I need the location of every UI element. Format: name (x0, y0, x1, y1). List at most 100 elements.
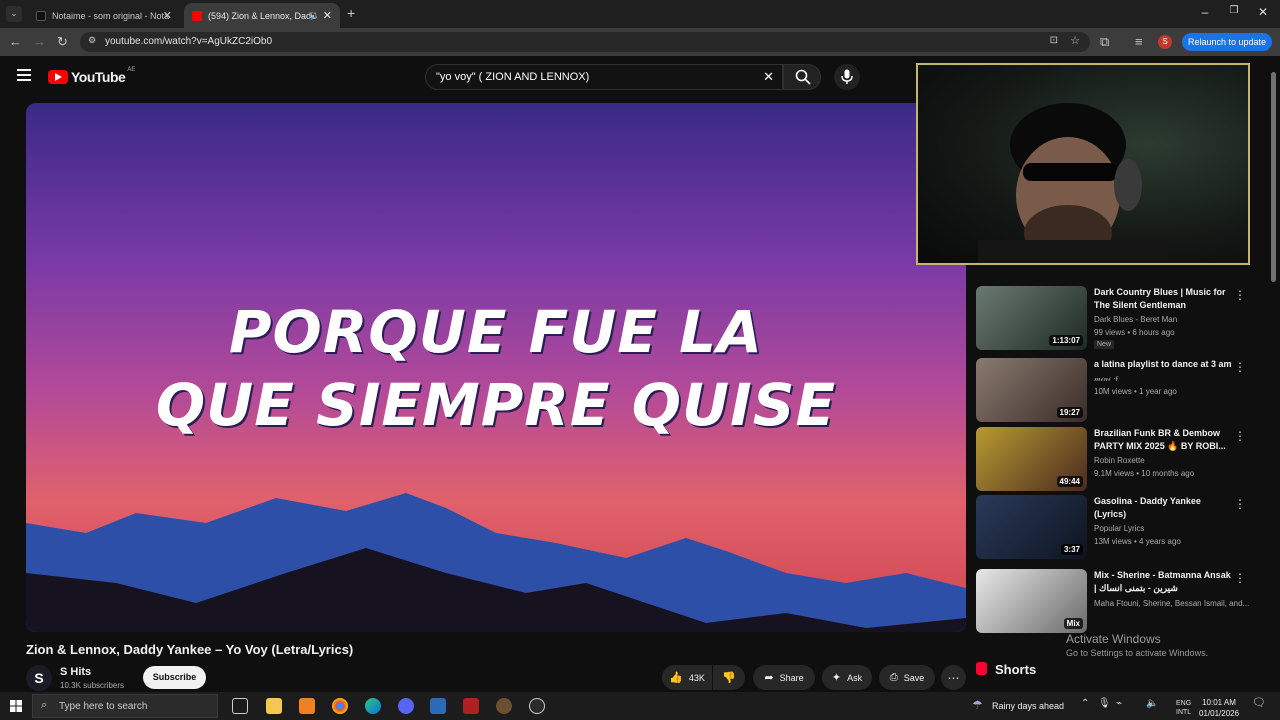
weather-text[interactable]: Rainy days ahead (992, 701, 1064, 711)
thumbs-up-icon: 👍 (669, 672, 683, 684)
relaunch-button[interactable]: Relaunch to update (1182, 33, 1272, 51)
video-thumbnail[interactable]: 3:37 (976, 495, 1087, 559)
edge-icon[interactable] (365, 698, 381, 714)
card-menu-icon[interactable]: ⋮ (1234, 288, 1246, 302)
install-icon[interactable]: ⊡ (1050, 35, 1058, 46)
duration-badge: 1:13:07 (1049, 335, 1083, 346)
back-icon[interactable]: ← (9, 34, 22, 49)
orange-app-icon[interactable] (299, 698, 315, 714)
video-thumbnail[interactable]: 19:27 (976, 358, 1087, 422)
region-code: AE (127, 67, 136, 73)
card-title[interactable]: a latina playlist to dance at 3 am (1094, 358, 1234, 371)
clock-time: 10:01 AM (1202, 698, 1236, 707)
card-channel[interactable]: Dark Blues - Beret Man (1094, 315, 1249, 324)
taskbar-search-input[interactable]: ⌕ Type here to search (32, 694, 218, 718)
card-menu-icon[interactable]: ⋮ (1234, 360, 1246, 374)
card-meta: 10M views • 1 year ago (1094, 387, 1177, 396)
game-app-icon[interactable] (496, 698, 512, 714)
card-channel[interactable]: 𝓂𝒾𝓃𝒾 ·ғ (1094, 374, 1249, 384)
restore-icon[interactable]: ❐ (1219, 5, 1249, 16)
search-input[interactable]: "yo voy" ( ZION AND LENNOX) ✕ (425, 64, 783, 90)
card-title[interactable]: Mix - Sherine - Batmanna Ansak | شيرين -… (1094, 569, 1234, 595)
recommendation-card[interactable]: 19:27 a latina playlist to dance at 3 am… (976, 358, 1256, 422)
card-meta: 9.1M views • 10 months ago (1094, 469, 1195, 478)
search-button[interactable] (783, 64, 821, 90)
mix-badge: Mix (1063, 618, 1083, 629)
task-view-icon[interactable] (232, 698, 248, 714)
windows-start-icon[interactable] (10, 700, 22, 712)
card-title[interactable]: Dark Country Blues | Music for The Silen… (1094, 286, 1234, 312)
tab-notaime[interactable]: Notaime - som original - Nota ✕ (28, 3, 180, 28)
notifications-icon[interactable]: 🗨 (1252, 698, 1266, 709)
system-clock[interactable]: 10:01 AM 01/01/2026 (1199, 697, 1239, 719)
close-tab-icon[interactable]: ✕ (163, 9, 172, 22)
mountains-illustration (26, 493, 966, 632)
clear-search-icon[interactable]: ✕ (763, 69, 774, 85)
video-thumbnail[interactable]: 49:44 (976, 427, 1087, 491)
recommendation-card[interactable]: 49:44 Brazilian Funk BR & Dembow PARTY M… (976, 427, 1256, 491)
activate-windows-subtitle: Go to Settings to activate Windows. (1066, 648, 1209, 658)
remote-desktop-icon[interactable] (430, 698, 446, 714)
recommendation-card[interactable]: 1:13:07 Dark Country Blues | Music for T… (976, 286, 1256, 350)
tab-title: Notaime - som original - Nota (52, 10, 170, 21)
youtube-wordmark: YouTube (71, 69, 126, 85)
video-thumbnail[interactable]: Mix (976, 569, 1087, 633)
card-channel[interactable]: Popular Lyrics (1094, 524, 1249, 533)
hamburger-menu-icon[interactable] (17, 69, 31, 81)
tab-youtube[interactable]: (594) Zion & Lennox, Dadd 🔈 ✕ (184, 3, 340, 28)
red-app-icon[interactable] (463, 698, 479, 714)
channel-avatar[interactable]: S (26, 665, 52, 691)
recommendation-card[interactable]: Mix Mix - Sherine - Batmanna Ansak | شير… (976, 569, 1256, 633)
profile-avatar[interactable]: S (1158, 35, 1172, 49)
ask-button[interactable]: ✦ Ask (822, 665, 872, 690)
chrome-icon[interactable] (332, 698, 348, 714)
video-player[interactable]: PORQUE FUE LA QUE SIEMPRE QUISE (26, 103, 966, 632)
card-meta: 99 views • 6 hours ago (1094, 328, 1175, 337)
tab-search-icon[interactable]: ⌄ (6, 6, 22, 22)
speaker-icon[interactable]: 🔈 (309, 10, 320, 21)
card-menu-icon[interactable]: ⋮ (1234, 429, 1246, 443)
card-title[interactable]: Gasolina - Daddy Yankee (Lyrics) (1094, 495, 1234, 521)
tray-chevron-icon[interactable]: ⌃ (1081, 699, 1089, 709)
card-channel[interactable]: Maha Ftouni, Sherine, Bessan Ismail, and… (1094, 599, 1249, 608)
page-scrollbar[interactable] (1270, 62, 1278, 692)
card-meta: 13M views • 4 years ago (1094, 537, 1181, 546)
share-button[interactable]: ➦ Share (753, 665, 815, 690)
more-horizontal-icon: ⋯ (947, 670, 960, 685)
duration-badge: 3:37 (1060, 544, 1083, 555)
voice-search-button[interactable] (834, 64, 860, 90)
dislike-button[interactable]: 👎 (713, 665, 745, 690)
media-control-icon[interactable]: ≡ (1135, 34, 1143, 49)
network-icon[interactable]: ⌁ (1116, 699, 1122, 709)
language-indicator[interactable]: ENG INTL (1176, 699, 1191, 717)
youtube-favicon-icon (192, 10, 202, 21)
new-tab-button[interactable]: + (347, 5, 355, 21)
obs-icon[interactable] (529, 698, 545, 714)
save-button[interactable]: ⎙ Save (879, 665, 935, 690)
weather-icon[interactable]: ☂ (972, 698, 983, 712)
recommendation-card[interactable]: 3:37 Gasolina - Daddy Yankee (Lyrics) Po… (976, 495, 1256, 559)
card-channel[interactable]: Robin Roxette (1094, 456, 1249, 465)
site-info-icon[interactable]: ⚙ (88, 35, 96, 46)
reload-icon[interactable]: ↻ (57, 34, 68, 50)
address-bar[interactable]: ⚙ youtube.com/watch?v=AgUkZC2iOb0 ⊡ ☆ (80, 32, 1090, 52)
card-menu-icon[interactable]: ⋮ (1234, 497, 1246, 511)
card-menu-icon[interactable]: ⋮ (1234, 571, 1246, 585)
card-title[interactable]: Brazilian Funk BR & Dembow PARTY MIX 202… (1094, 427, 1234, 453)
bookmark-star-icon[interactable]: ☆ (1070, 34, 1080, 47)
microphone-tray-icon[interactable]: 🎙 (1098, 699, 1111, 709)
like-button[interactable]: 👍 43K (662, 665, 712, 690)
discord-icon[interactable] (398, 698, 414, 714)
minimize-icon[interactable]: – (1190, 5, 1220, 19)
close-tab-icon[interactable]: ✕ (323, 9, 332, 22)
youtube-logo[interactable]: YouTube AE (48, 67, 136, 85)
forward-icon[interactable]: → (33, 34, 46, 49)
video-thumbnail[interactable]: 1:13:07 (976, 286, 1087, 350)
close-window-icon[interactable]: ✕ (1248, 5, 1278, 19)
more-actions-button[interactable]: ⋯ (941, 665, 966, 690)
file-explorer-icon[interactable] (266, 698, 282, 714)
extensions-icon[interactable]: ⧉ (1100, 34, 1109, 50)
volume-icon[interactable]: 🔈 (1146, 699, 1158, 709)
subscribe-button[interactable]: Subscribe (143, 666, 206, 689)
channel-name[interactable]: S Hits (60, 666, 91, 678)
